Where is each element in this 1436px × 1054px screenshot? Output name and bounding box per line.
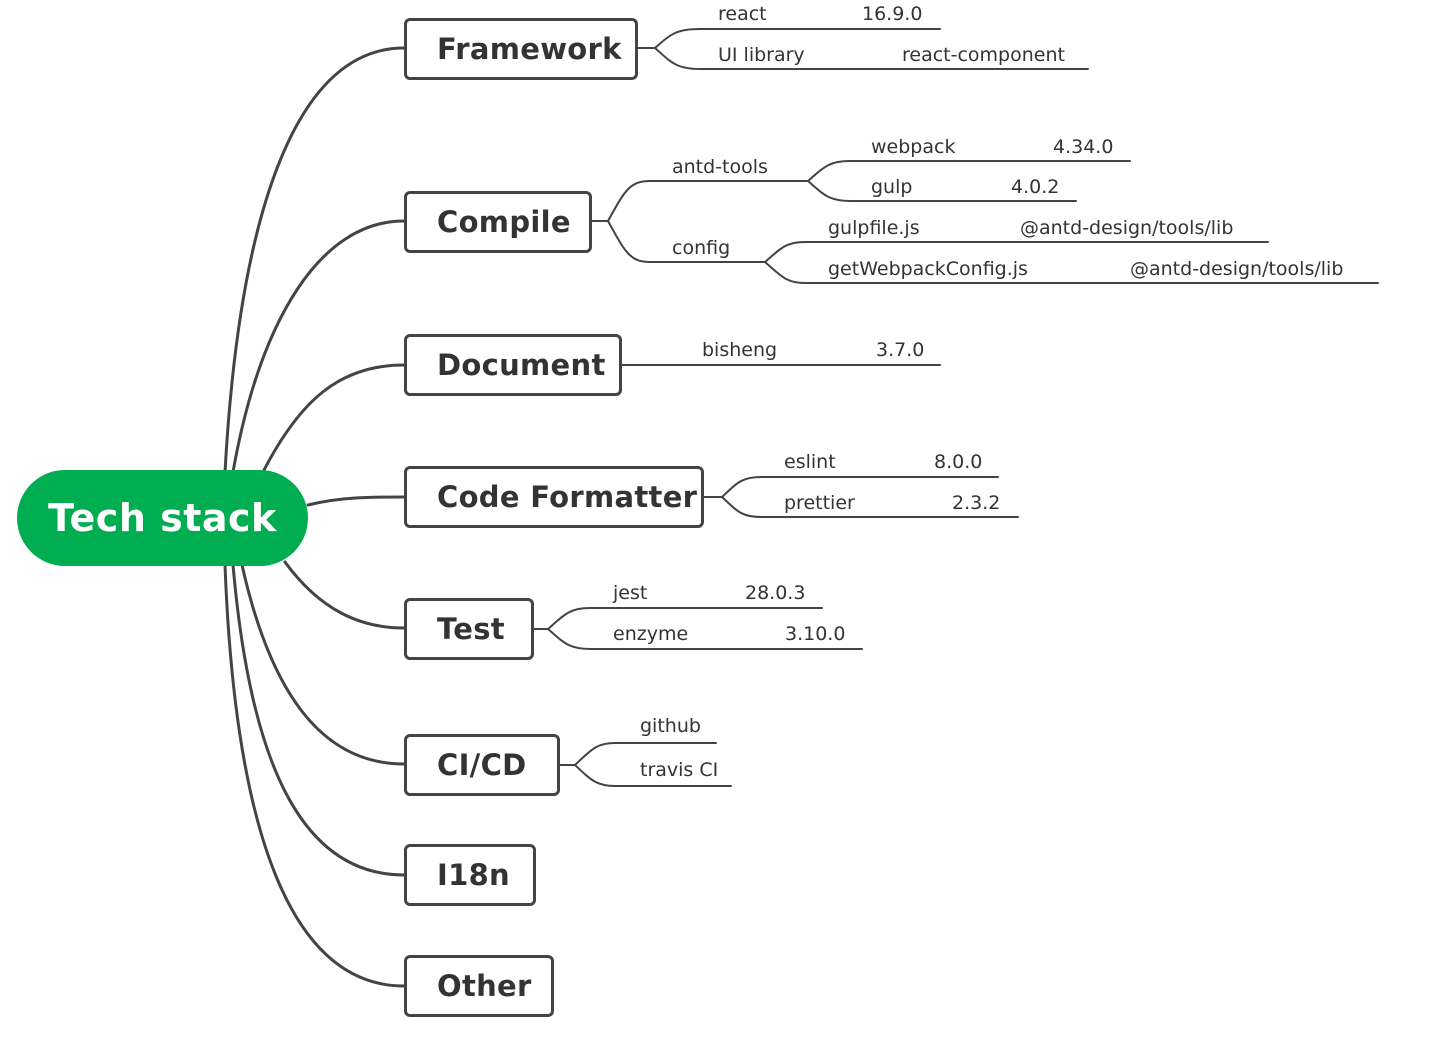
topic-document[interactable]: Document: [404, 334, 622, 396]
subtopic-prettier[interactable]: prettier: [784, 494, 855, 513]
subtopic-jest[interactable]: jest: [613, 584, 647, 603]
topic-test[interactable]: Test: [404, 598, 534, 660]
version-gulp: 4.0.2: [1011, 176, 1060, 198]
connector-cicd: [240, 563, 406, 766]
subtopic-travis-ci[interactable]: travis CI: [640, 761, 718, 780]
version-eslint: 8.0.0: [934, 451, 983, 473]
root-node-tech-stack[interactable]: Tech stack: [17, 470, 308, 566]
topic-code-formatter[interactable]: Code Formatter: [404, 466, 704, 528]
topic-i18n[interactable]: I18n: [404, 844, 536, 906]
connector-test: [283, 560, 406, 630]
version-bisheng: 3.7.0: [876, 339, 925, 361]
connector-framework: [223, 46, 406, 474]
connector-antd-tools: [607, 180, 809, 222]
subtopic-ui-library[interactable]: UI library: [718, 46, 805, 65]
subtopic-enzyme[interactable]: enzyme: [613, 625, 688, 644]
topic-cicd[interactable]: CI/CD: [404, 734, 560, 796]
subtopic-antd-tools[interactable]: antd-tools: [672, 158, 768, 177]
topic-framework[interactable]: Framework: [404, 18, 638, 80]
version-prettier: 2.3.2: [952, 492, 1001, 514]
subtopic-bisheng[interactable]: bisheng: [702, 341, 777, 360]
subtopic-gulpfile[interactable]: gulpfile.js: [828, 219, 920, 238]
topic-compile[interactable]: Compile: [404, 191, 592, 253]
connector-compile: [231, 219, 406, 474]
value-gulpfile: @antd-design/tools/lib: [1020, 217, 1234, 239]
value-getwebpackconfig: @antd-design/tools/lib: [1130, 258, 1344, 280]
connector-webpack: [807, 160, 1131, 182]
value-ui-library: react-component: [902, 44, 1065, 66]
connector-code-formatter: [306, 495, 406, 507]
version-jest: 28.0.3: [745, 582, 806, 604]
version-enzyme: 3.10.0: [785, 623, 846, 645]
subtopic-eslint[interactable]: eslint: [784, 453, 836, 472]
subtopic-react[interactable]: react: [718, 5, 767, 24]
subtopic-webpack[interactable]: webpack: [871, 138, 955, 157]
version-webpack: 4.34.0: [1053, 136, 1114, 158]
subtopic-getwebpackconfig[interactable]: getWebpackConfig.js: [828, 260, 1028, 279]
version-react: 16.9.0: [862, 3, 923, 25]
topic-other[interactable]: Other: [404, 955, 554, 1017]
subtopic-gulp[interactable]: gulp: [871, 178, 912, 197]
subtopic-config[interactable]: config: [672, 239, 730, 258]
subtopic-github[interactable]: github: [640, 717, 701, 736]
connector-document: [261, 363, 406, 474]
connector-other: [223, 563, 406, 988]
